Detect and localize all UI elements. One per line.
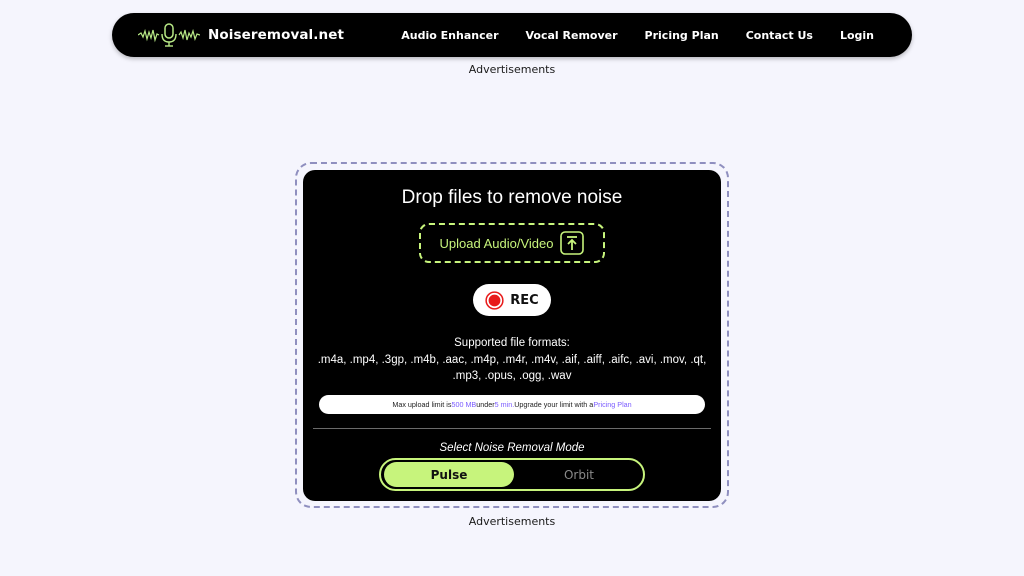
divider xyxy=(313,428,711,429)
mode-heading: Select Noise Removal Mode xyxy=(439,442,585,454)
brand[interactable]: Noiseremoval.net xyxy=(138,13,344,57)
nav-link-pricing-plan[interactable]: Pricing Plan xyxy=(645,29,719,42)
nav-link-vocal-remover[interactable]: Vocal Remover xyxy=(526,29,618,42)
limit-size: 500 MB xyxy=(451,400,477,409)
mode-option-pulse[interactable]: Pulse xyxy=(384,462,514,487)
limit-suffix: Upgrade your limit with a xyxy=(514,400,594,409)
waveform-mic-icon xyxy=(138,23,200,47)
record-dot-icon xyxy=(485,290,504,310)
formats-heading: Supported file formats: xyxy=(454,337,570,349)
limit-duration: 5 min. xyxy=(494,400,515,409)
nav-links: Audio Enhancer Vocal Remover Pricing Pla… xyxy=(401,13,874,57)
mode-option-orbit[interactable]: Orbit xyxy=(514,462,644,487)
ad-label-top: Advertisements xyxy=(468,63,556,76)
mode-toggle: Pulse Orbit xyxy=(379,458,645,491)
upload-arrow-icon xyxy=(560,231,585,255)
panel-title: Drop files to remove noise xyxy=(401,187,623,208)
upload-button[interactable]: Upload Audio/Video xyxy=(419,223,605,263)
record-button-label: REC xyxy=(510,292,539,308)
nav-link-contact-us[interactable]: Contact Us xyxy=(746,29,813,42)
nav-link-login[interactable]: Login xyxy=(840,29,874,42)
top-navbar: Noiseremoval.net Audio Enhancer Vocal Re… xyxy=(112,13,912,57)
formats-list: .m4a, .mp4, .3gp, .m4b, .aac, .m4p, .m4r… xyxy=(317,354,707,382)
nav-link-audio-enhancer[interactable]: Audio Enhancer xyxy=(401,29,498,42)
upload-button-label: Upload Audio/Video xyxy=(439,235,554,251)
ad-label-bottom: Advertisements xyxy=(468,515,556,528)
brand-name: Noiseremoval.net xyxy=(208,27,345,43)
record-button[interactable]: REC xyxy=(473,284,551,316)
limit-middle: under xyxy=(476,400,495,409)
limit-prefix: Max upload limit is xyxy=(392,400,452,409)
upload-limit-notice: Max upload limit is 500 MB under 5 min. … xyxy=(319,395,705,414)
upload-panel: Drop files to remove noise Upload Audio/… xyxy=(303,170,721,501)
pricing-plan-link[interactable]: Pricing Plan xyxy=(593,400,631,409)
